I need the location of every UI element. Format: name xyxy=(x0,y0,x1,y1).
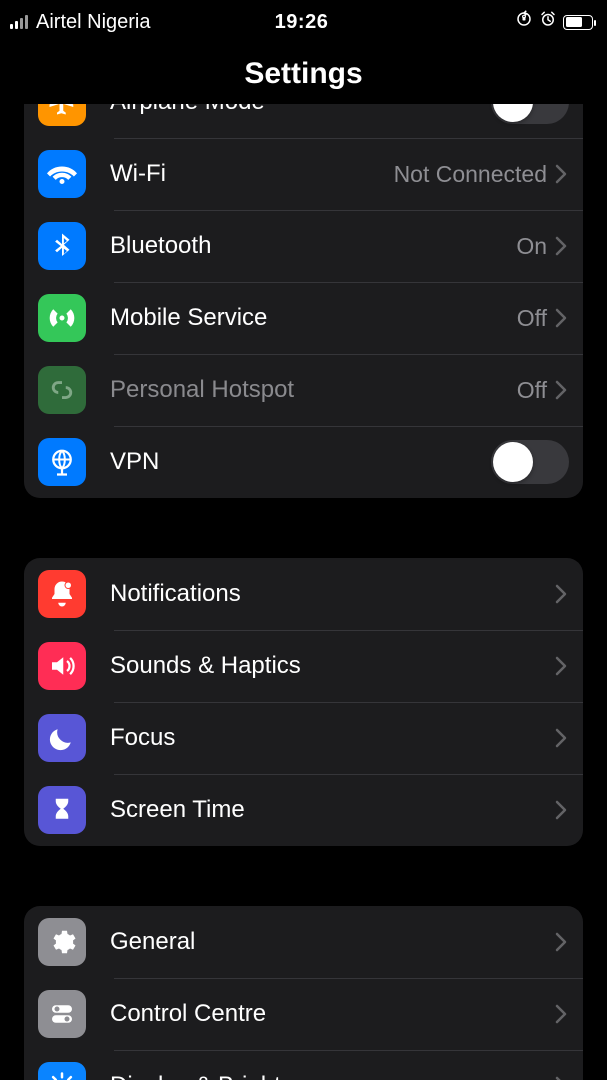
speaker-icon xyxy=(38,642,86,690)
row-value: Off xyxy=(517,305,555,332)
chevron-right-icon xyxy=(555,1076,569,1080)
wifi-icon xyxy=(38,150,86,198)
row-label: VPN xyxy=(110,448,159,476)
chevron-right-icon xyxy=(555,308,569,328)
row-label: Screen Time xyxy=(110,796,245,824)
row-focus[interactable]: Focus xyxy=(24,702,583,774)
bluetooth-icon xyxy=(38,222,86,270)
row-general[interactable]: General xyxy=(24,906,583,978)
row-label: Mobile Service xyxy=(110,304,267,332)
row-label: Wi-Fi xyxy=(110,160,166,188)
row-value: Not Connected xyxy=(394,161,555,188)
chevron-right-icon xyxy=(555,932,569,952)
row-display-brightness[interactable]: Display & Brightness xyxy=(24,1050,583,1080)
alarm-icon xyxy=(539,10,557,34)
row-personal-hotspot[interactable]: Personal Hotspot Off xyxy=(24,354,583,426)
group-general: General Control Centre Display & Brightn… xyxy=(24,906,583,1080)
airplane-icon xyxy=(38,104,86,126)
chevron-right-icon xyxy=(555,584,569,604)
row-bluetooth[interactable]: Bluetooth On xyxy=(24,210,583,282)
status-bar: Airtel Nigeria 19:26 xyxy=(0,0,607,44)
moon-icon xyxy=(38,714,86,762)
switches-icon xyxy=(38,990,86,1038)
row-label: Airplane Mode xyxy=(110,104,265,116)
row-control-centre[interactable]: Control Centre xyxy=(24,978,583,1050)
clock-label: 19:26 xyxy=(275,11,329,33)
row-value: Off xyxy=(517,377,555,404)
vpn-toggle[interactable] xyxy=(491,440,569,484)
nav-header: Settings xyxy=(0,44,607,104)
row-label: Control Centre xyxy=(110,1000,266,1028)
row-label: Personal Hotspot xyxy=(110,376,294,404)
row-label: Display & Brightness xyxy=(110,1072,331,1080)
chevron-right-icon xyxy=(555,236,569,256)
hourglass-icon xyxy=(38,786,86,834)
settings-scroll[interactable]: Airplane Mode Wi-Fi Not Connected Blueto… xyxy=(0,104,607,1080)
row-label: Focus xyxy=(110,724,175,752)
row-label: Sounds & Haptics xyxy=(110,652,301,680)
row-label: Notifications xyxy=(110,580,241,608)
brightness-icon xyxy=(38,1062,86,1080)
row-airplane-mode[interactable]: Airplane Mode xyxy=(24,104,583,138)
link-icon xyxy=(38,366,86,414)
row-vpn[interactable]: VPN xyxy=(24,426,583,498)
row-mobile-service[interactable]: Mobile Service Off xyxy=(24,282,583,354)
chevron-right-icon xyxy=(555,380,569,400)
row-screen-time[interactable]: Screen Time xyxy=(24,774,583,846)
row-wifi[interactable]: Wi-Fi Not Connected xyxy=(24,138,583,210)
carrier-label: Airtel Nigeria xyxy=(36,11,150,34)
row-sounds-haptics[interactable]: Sounds & Haptics xyxy=(24,630,583,702)
row-notifications[interactable]: Notifications xyxy=(24,558,583,630)
battery-icon xyxy=(563,15,593,30)
chevron-right-icon xyxy=(555,164,569,184)
row-value: On xyxy=(516,233,555,260)
group-connectivity: Airplane Mode Wi-Fi Not Connected Blueto… xyxy=(24,104,583,498)
antenna-icon xyxy=(38,294,86,342)
bell-icon xyxy=(38,570,86,618)
row-label: General xyxy=(110,928,195,956)
airplane-toggle[interactable] xyxy=(491,104,569,124)
chevron-right-icon xyxy=(555,800,569,820)
group-notifications: Notifications Sounds & Haptics Focus xyxy=(24,558,583,846)
signal-icon xyxy=(10,15,28,29)
chevron-right-icon xyxy=(555,1004,569,1024)
row-label: Bluetooth xyxy=(110,232,211,260)
page-title: Settings xyxy=(244,57,362,91)
orientation-lock-icon xyxy=(515,10,533,34)
chevron-right-icon xyxy=(555,728,569,748)
chevron-right-icon xyxy=(555,656,569,676)
gear-icon xyxy=(38,918,86,966)
globe-icon xyxy=(38,438,86,486)
